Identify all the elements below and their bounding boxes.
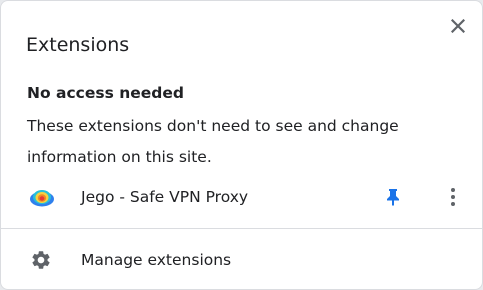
jego-vpn-icon bbox=[30, 190, 54, 207]
manage-extensions-label: Manage extensions bbox=[81, 251, 232, 269]
more-options-button[interactable] bbox=[441, 185, 465, 209]
close-icon bbox=[451, 19, 465, 33]
divider bbox=[1, 228, 482, 229]
extensions-popup: Extensions No access needed These extens… bbox=[0, 0, 483, 290]
gear-icon bbox=[32, 251, 50, 269]
section-heading: No access needed bbox=[27, 84, 184, 102]
extension-row[interactable]: Jego - Safe VPN Proxy bbox=[1, 177, 482, 219]
pin-button[interactable] bbox=[381, 185, 405, 209]
popup-title: Extensions bbox=[26, 34, 130, 56]
pin-icon bbox=[387, 189, 399, 206]
manage-extensions-row[interactable]: Manage extensions bbox=[1, 239, 482, 281]
extension-name: Jego - Safe VPN Proxy bbox=[81, 188, 249, 206]
more-vertical-icon bbox=[451, 188, 455, 206]
section-description: These extensions don't need to see and c… bbox=[27, 117, 399, 166]
close-button[interactable] bbox=[446, 14, 470, 38]
